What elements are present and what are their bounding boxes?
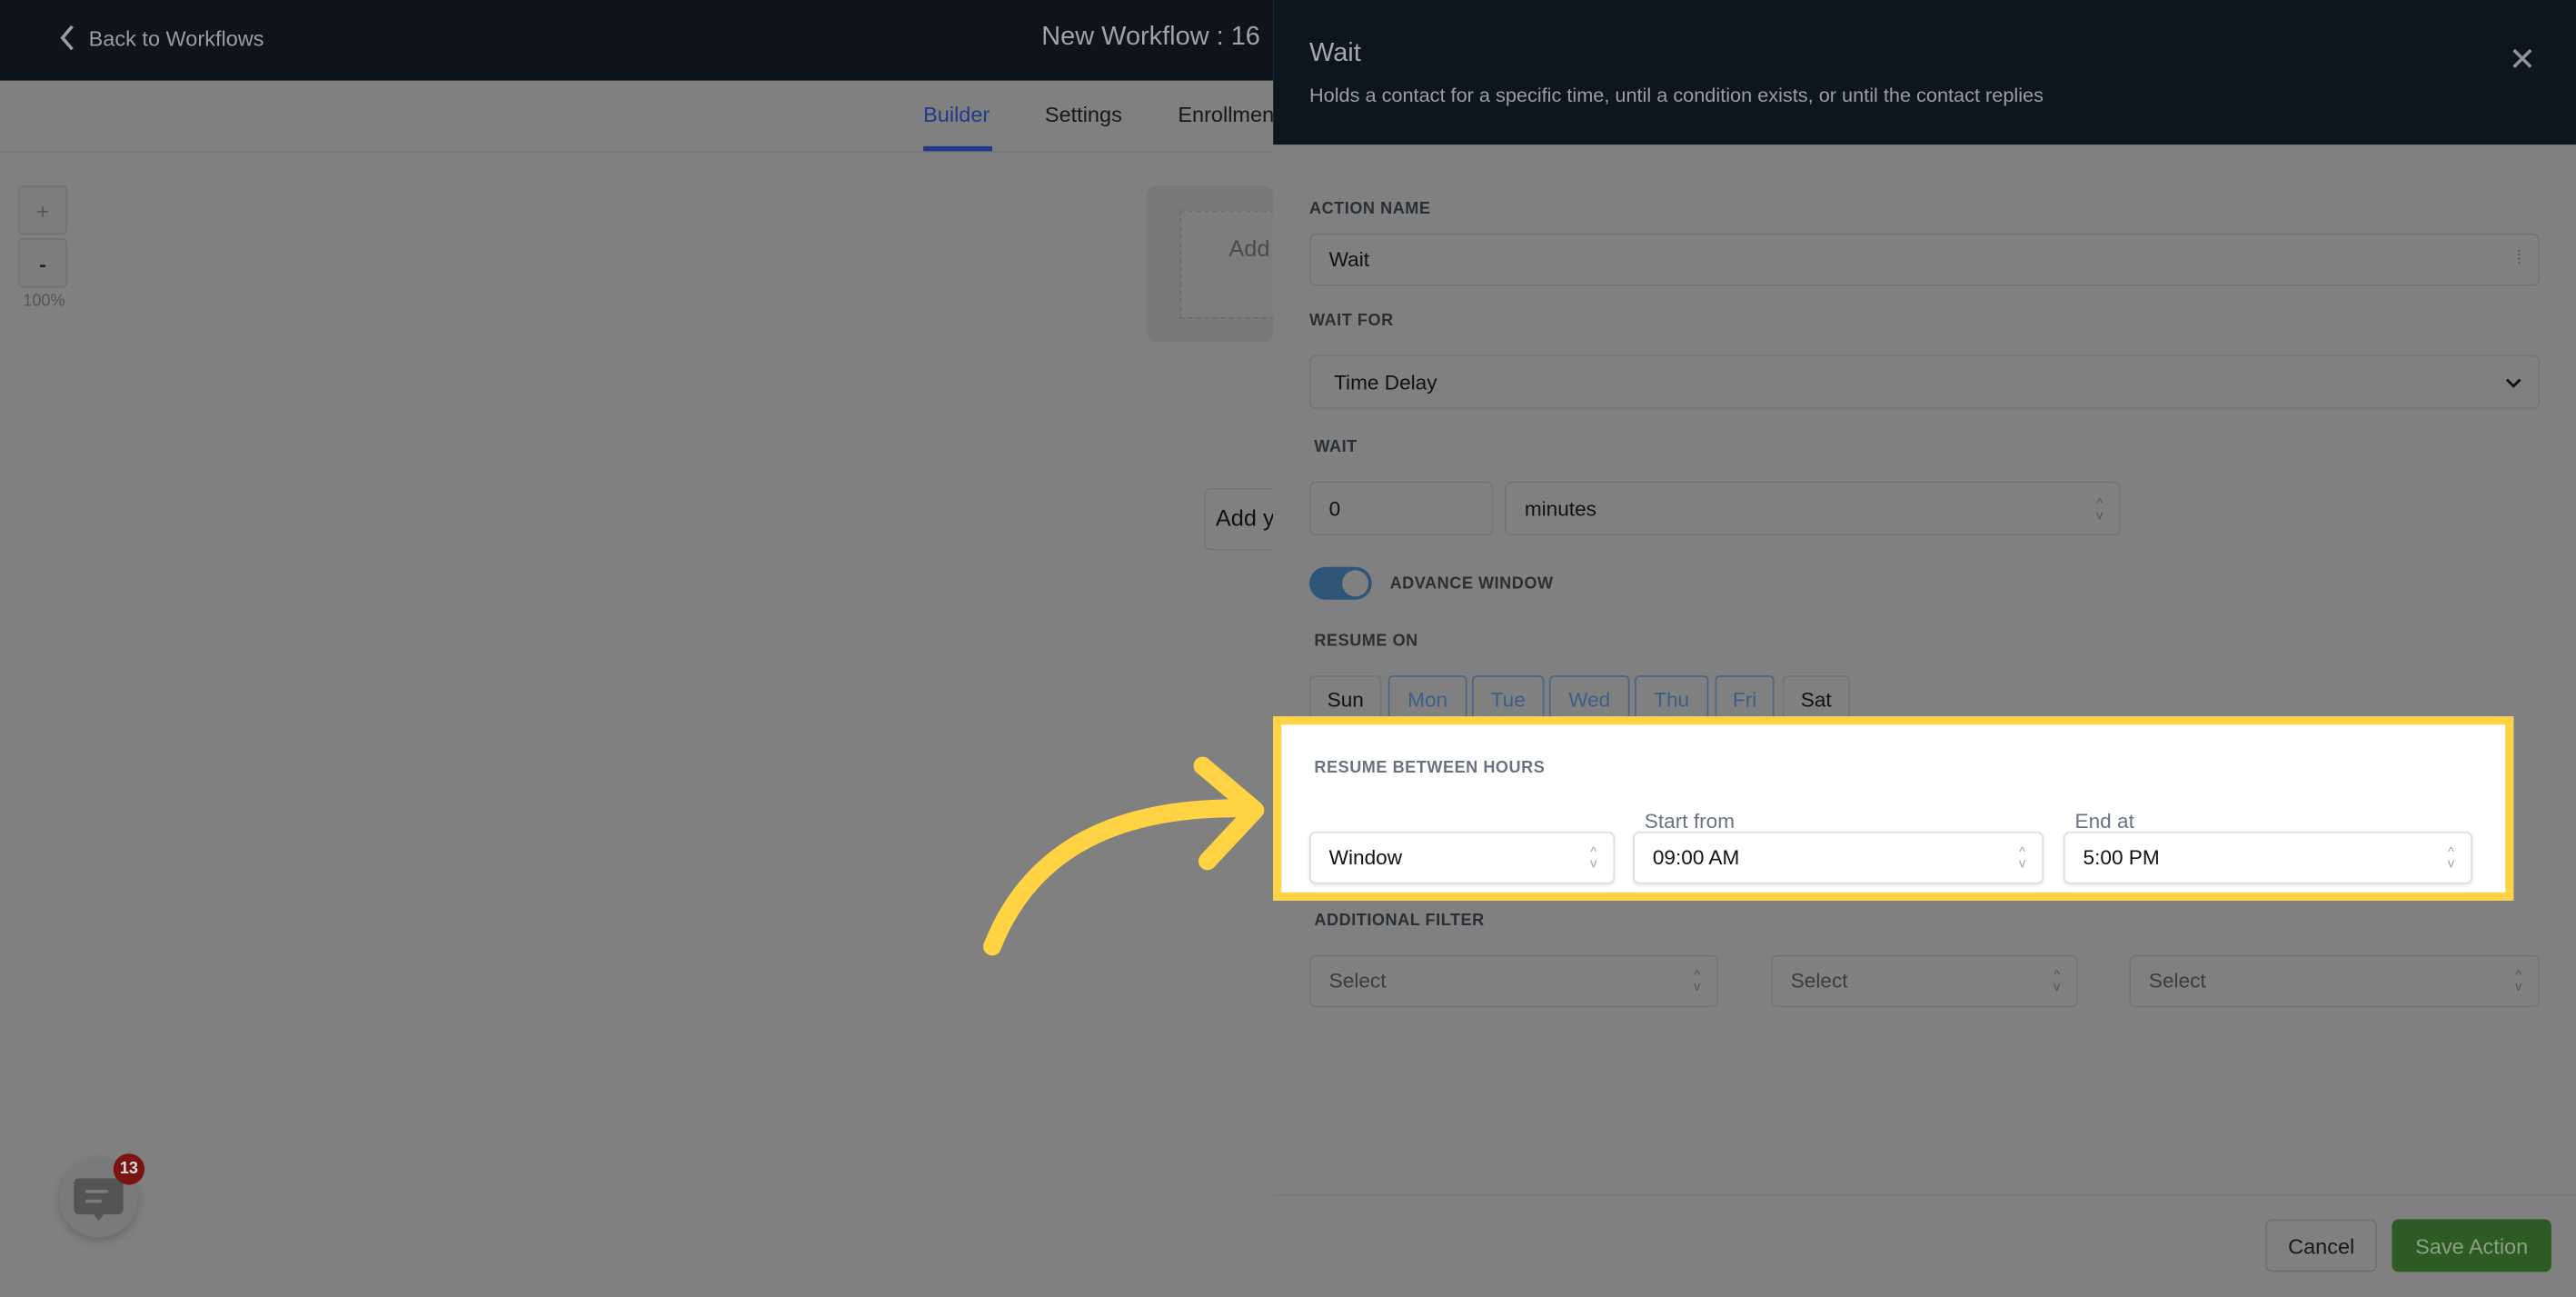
cancel-button[interactable]: Cancel	[2265, 1219, 2378, 1272]
advance-window-toggle[interactable]	[1308, 566, 1372, 600]
resume-on-label: RESUME ON	[1314, 633, 1418, 651]
wait-unit-select[interactable]: minutes ^ v	[1505, 481, 2122, 536]
updown-icon: ^ v	[2054, 967, 2061, 994]
panel-title: Wait	[1308, 39, 1361, 68]
end-at-label: End at	[2074, 810, 2134, 833]
action-name-value: Wait	[1328, 248, 1370, 272]
wait-action-panel	[1273, 0, 2576, 1297]
add-action-text: Add your	[1215, 504, 1273, 531]
advance-window-label: ADVANCE WINDOW	[1389, 574, 1554, 594]
start-time-value: 09:00 AM	[1652, 846, 1740, 870]
wait-label: WAIT	[1314, 438, 1358, 457]
save-action-button[interactable]: Save Action	[2392, 1219, 2551, 1272]
zoom-in-button[interactable]: +	[17, 185, 68, 235]
tab-settings[interactable]: Settings	[1045, 102, 1122, 126]
start-from-label: Start from	[1644, 810, 1736, 833]
filter-select-1[interactable]: Select ^ v	[1308, 954, 1719, 1008]
panel-subtitle: Holds a contact for a specific time, unt…	[1308, 84, 2044, 107]
resume-mode-value: Window	[1328, 846, 1403, 870]
resume-hours-label: RESUME BETWEEN HOURS	[1314, 759, 1546, 778]
updown-icon: ^ v	[2019, 844, 2026, 872]
updown-icon: ^ v	[1694, 967, 1701, 994]
end-time-value: 5:00 PM	[2083, 846, 2160, 870]
wait-unit-value: minutes	[1524, 496, 1596, 521]
chevron-down-icon	[2505, 377, 2521, 387]
updown-icon: ^ v	[1590, 844, 1597, 872]
close-icon[interactable]: ✕	[2509, 39, 2536, 80]
wait-for-select[interactable]: Time Delay	[1308, 354, 2541, 410]
variable-picker-icon[interactable]: ⁞	[2517, 250, 2522, 268]
wait-for-value: Time Delay	[1334, 370, 1437, 394]
pointer-arrow-icon	[983, 756, 1265, 956]
trigger-card-text: Add	[1228, 234, 1270, 262]
filter-select-3[interactable]: Select ^ v	[2129, 954, 2541, 1008]
updown-icon: ^ v	[2096, 495, 2104, 523]
action-name-label: ACTION NAME	[1308, 200, 1431, 219]
action-name-input[interactable]: Wait ⁞	[1308, 233, 2541, 286]
wait-for-label: WAIT FOR	[1308, 312, 1394, 331]
end-time-select[interactable]: 5:00 PM ^ v	[2063, 831, 2473, 884]
zoom-level: 100%	[23, 292, 65, 311]
notification-badge: 13	[113, 1153, 145, 1185]
start-time-select[interactable]: 09:00 AM ^ v	[1633, 831, 2044, 884]
filter-value: Select	[1790, 969, 1848, 993]
updown-icon: ^ v	[2515, 967, 2522, 994]
tab-enrollment[interactable]: Enrollment	[1178, 102, 1273, 126]
footer-divider	[1273, 1194, 2576, 1197]
updown-icon: ^ v	[2447, 844, 2455, 872]
chevron-left-icon	[60, 25, 74, 51]
trigger-card-inner	[1179, 210, 1276, 319]
active-tab-indicator	[923, 145, 993, 152]
resume-hours-highlight: RESUME BETWEEN HOURS Start from End at W…	[1273, 716, 2514, 901]
filter-value: Select	[2148, 969, 2206, 993]
workflow-title: New Workflow : 16	[1041, 23, 1260, 52]
tab-builder[interactable]: Builder	[923, 102, 990, 126]
filter-value: Select	[1328, 969, 1387, 993]
resume-mode-select[interactable]: Window ^ v	[1308, 831, 1616, 884]
toggle-knob	[1342, 570, 1369, 597]
back-to-workflows-link[interactable]: Back to Workflows	[59, 25, 264, 51]
zoom-out-button[interactable]: -	[17, 238, 68, 288]
filter-select-2[interactable]: Select ^ v	[1771, 954, 2079, 1008]
panel-header	[1273, 0, 2576, 145]
wait-amount-input[interactable]: 0	[1308, 481, 1494, 536]
additional-filter-label: ADDITIONAL FILTER	[1314, 912, 1485, 931]
back-label: Back to Workflows	[88, 25, 264, 51]
